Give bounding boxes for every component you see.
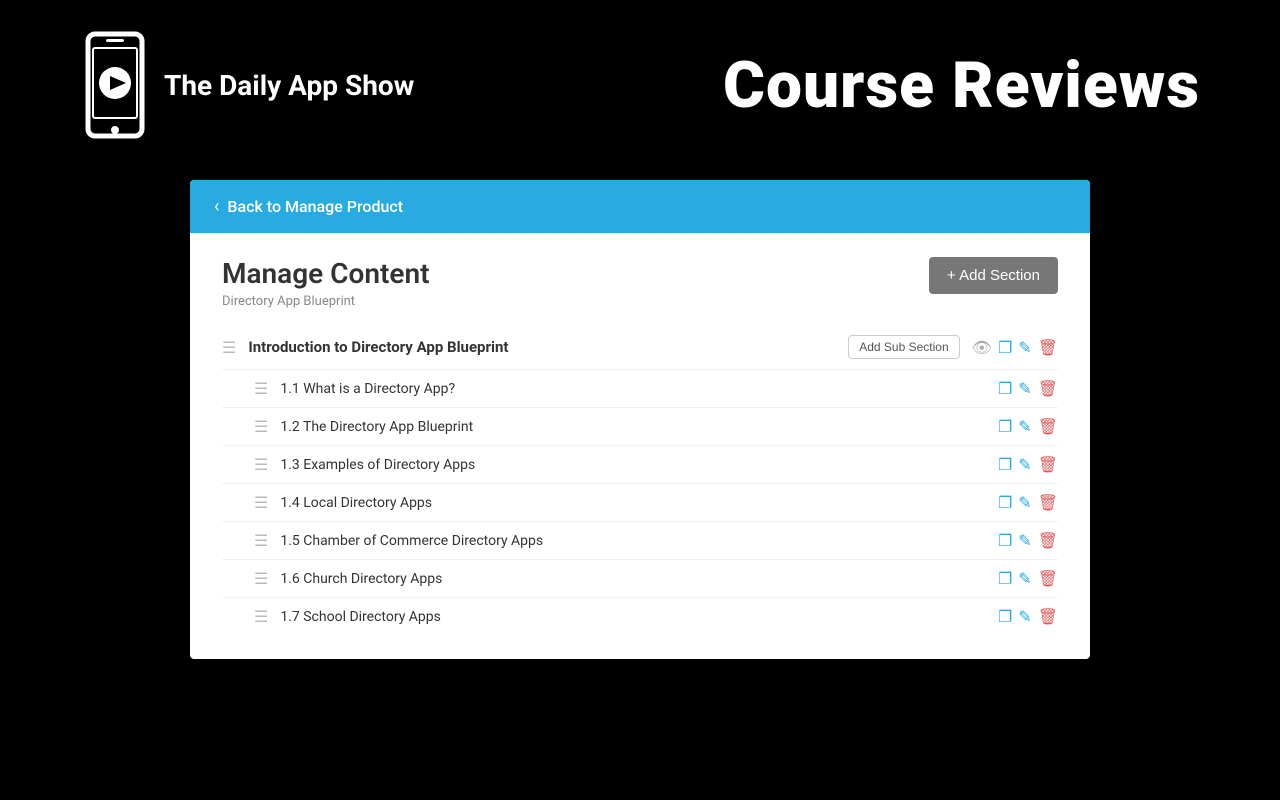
- content-card: ‹ Back to Manage Product Manage Content …: [190, 180, 1090, 659]
- logo-text: The Daily App Show: [164, 69, 414, 102]
- copy-icon[interactable]: ❐: [998, 417, 1012, 436]
- back-nav-label: Back to Manage Product: [227, 197, 403, 216]
- sub-item-actions: ❐ ✎ 🗑: [998, 531, 1058, 550]
- edit-icon[interactable]: ✎: [1018, 531, 1031, 550]
- section-header-row: ☰ Introduction to Directory App Blueprin…: [222, 325, 1058, 370]
- sub-item-label: 1.6 Church Directory Apps: [280, 571, 986, 587]
- preview-icon[interactable]: 👁: [972, 338, 992, 357]
- sub-item-actions: ❐ ✎ 🗑: [998, 455, 1058, 474]
- sub-item-label: 1.4 Local Directory Apps: [280, 495, 986, 511]
- sub-item-row: ☰ 1.6 Church Directory Apps ❐ ✎ 🗑: [222, 560, 1058, 598]
- delete-icon[interactable]: 🗑: [1038, 338, 1058, 357]
- delete-icon[interactable]: 🗑: [1038, 417, 1058, 436]
- back-chevron-icon: ‹: [214, 196, 219, 217]
- sub-item-row: ☰ 1.7 School Directory Apps ❐ ✎ 🗑: [222, 598, 1058, 635]
- drag-handle-icon[interactable]: ☰: [254, 379, 268, 398]
- edit-icon[interactable]: ✎: [1018, 379, 1031, 398]
- add-section-button[interactable]: + Add Section: [929, 257, 1058, 294]
- logo-icon: [80, 30, 150, 140]
- sub-item-actions: ❐ ✎ 🗑: [998, 607, 1058, 626]
- sub-item-actions: ❐ ✎ 🗑: [998, 417, 1058, 436]
- edit-icon[interactable]: ✎: [1018, 338, 1031, 357]
- drag-handle-icon[interactable]: ☰: [222, 338, 236, 357]
- delete-icon[interactable]: 🗑: [1038, 493, 1058, 512]
- sub-item-row: ☰ 1.5 Chamber of Commerce Directory Apps…: [222, 522, 1058, 560]
- delete-icon[interactable]: 🗑: [1038, 531, 1058, 550]
- drag-handle-icon[interactable]: ☰: [254, 417, 268, 436]
- manage-content-subtitle: Directory App Blueprint: [222, 294, 429, 309]
- content-title-block: Manage Content Directory App Blueprint: [222, 257, 429, 309]
- sub-item-label: 1.1 What is a Directory App?: [280, 381, 986, 397]
- drag-handle-icon[interactable]: ☰: [254, 607, 268, 626]
- sub-item-label: 1.5 Chamber of Commerce Directory Apps: [280, 533, 986, 549]
- drag-handle-icon[interactable]: ☰: [254, 493, 268, 512]
- sub-item-actions: ❐ ✎ 🗑: [998, 493, 1058, 512]
- main-container: ‹ Back to Manage Product Manage Content …: [0, 160, 1280, 659]
- section-list: ☰ Introduction to Directory App Blueprin…: [190, 325, 1090, 659]
- section-title: Introduction to Directory App Blueprint: [248, 338, 826, 356]
- delete-icon[interactable]: 🗑: [1038, 455, 1058, 474]
- sub-item-actions: ❐ ✎ 🗑: [998, 569, 1058, 588]
- sub-item-actions: ❐ ✎ 🗑: [998, 379, 1058, 398]
- delete-icon[interactable]: 🗑: [1038, 379, 1058, 398]
- edit-icon[interactable]: ✎: [1018, 569, 1031, 588]
- back-nav[interactable]: ‹ Back to Manage Product: [190, 180, 1090, 233]
- delete-icon[interactable]: 🗑: [1038, 607, 1058, 626]
- sub-item-row: ☰ 1.3 Examples of Directory Apps ❐ ✎ 🗑: [222, 446, 1058, 484]
- copy-icon[interactable]: ❐: [998, 338, 1012, 357]
- drag-handle-icon[interactable]: ☰: [254, 569, 268, 588]
- copy-icon[interactable]: ❐: [998, 569, 1012, 588]
- copy-icon[interactable]: ❐: [998, 455, 1012, 474]
- copy-icon[interactable]: ❐: [998, 493, 1012, 512]
- top-header: The Daily App Show Course Reviews: [0, 0, 1280, 160]
- sub-item-label: 1.7 School Directory Apps: [280, 609, 986, 625]
- page-title: Course Reviews: [723, 48, 1200, 123]
- drag-handle-icon[interactable]: ☰: [254, 531, 268, 550]
- copy-icon[interactable]: ❐: [998, 607, 1012, 626]
- drag-handle-icon[interactable]: ☰: [254, 455, 268, 474]
- sub-item-row: ☰ 1.4 Local Directory Apps ❐ ✎ 🗑: [222, 484, 1058, 522]
- edit-icon[interactable]: ✎: [1018, 455, 1031, 474]
- edit-icon[interactable]: ✎: [1018, 493, 1031, 512]
- sub-item-row: ☰ 1.2 The Directory App Blueprint ❐ ✎ 🗑: [222, 408, 1058, 446]
- logo-area: The Daily App Show: [80, 30, 414, 140]
- edit-icon[interactable]: ✎: [1018, 607, 1031, 626]
- manage-content-title: Manage Content: [222, 257, 429, 290]
- delete-icon[interactable]: 🗑: [1038, 569, 1058, 588]
- section-actions: 👁 ❐ ✎ 🗑: [972, 338, 1058, 357]
- add-sub-section-button[interactable]: Add Sub Section: [848, 335, 959, 359]
- copy-icon[interactable]: ❐: [998, 531, 1012, 550]
- sub-item-label: 1.3 Examples of Directory Apps: [280, 457, 986, 473]
- edit-icon[interactable]: ✎: [1018, 417, 1031, 436]
- sub-item-label: 1.2 The Directory App Blueprint: [280, 419, 986, 435]
- copy-icon[interactable]: ❐: [998, 379, 1012, 398]
- content-header: Manage Content Directory App Blueprint +…: [190, 233, 1090, 325]
- sub-item-row: ☰ 1.1 What is a Directory App? ❐ ✎ 🗑: [222, 370, 1058, 408]
